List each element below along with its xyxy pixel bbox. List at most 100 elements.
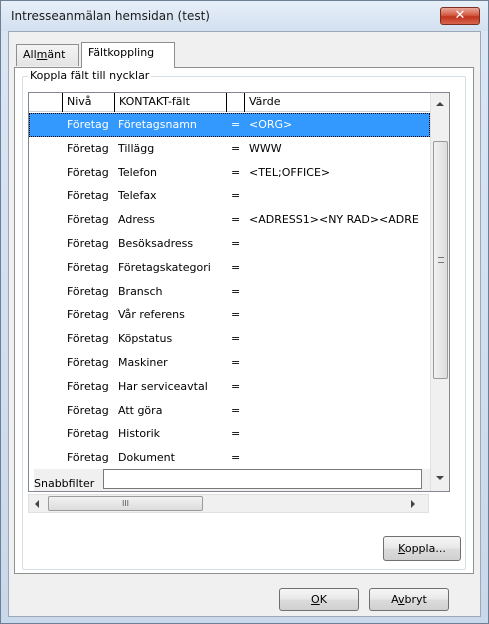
cell-niva: Företag [67,213,109,227]
field-mapping-grid[interactable]: Nivå KONTAKT-fält Värde Företag Företagsn… [28,92,450,492]
header-kontakt-falt[interactable]: KONTAKT-fält [115,93,227,112]
horizontal-scroll-thumb[interactable]: III [48,496,203,511]
cell-equals: = [231,284,241,298]
table-row[interactable]: Företag Historik = [29,422,430,446]
cell-equals: = [231,332,241,346]
snabbfilter-input[interactable] [103,469,422,489]
cell-varde: <ORG> [249,118,293,131]
cell-niva: Företag [67,260,109,274]
cell-varde: <ADRESS1><NY RAD><ADRE [249,213,419,227]
cell-kontakt-falt: Företagskategori [118,260,211,274]
cell-equals: = [231,356,241,369]
cell-kontakt-falt: Maskiner [118,356,168,369]
cell-niva: Företag [67,118,109,131]
scroll-left-icon[interactable] [35,500,39,508]
cell-equals: = [231,403,241,417]
cell-kontakt-falt: Att göra [118,403,163,417]
cell-niva: Företag [67,451,109,465]
cell-equals: = [231,379,241,393]
cell-kontakt-falt: Adress [118,213,155,227]
cell-kontakt-falt: Besöksadress [118,237,194,250]
vertical-scroll-thumb[interactable] [433,141,448,379]
cell-niva: Företag [67,189,109,203]
vertical-scrollbar[interactable] [430,93,449,491]
horizontal-scrollbar[interactable]: III [28,494,429,513]
cell-equals: = [231,427,241,441]
cell-kontakt-falt: Historik [118,427,161,441]
cell-kontakt-falt: Tillägg [118,141,155,155]
table-row[interactable]: Företag Bransch = [29,280,430,304]
table-row[interactable]: Företag Dokument = [29,446,430,470]
koppla-label: oppla... [404,542,446,555]
cell-niva: Företag [67,308,109,322]
table-row[interactable]: Företag Telefax = [29,184,430,208]
cell-kontakt-falt: Har serviceavtal [118,379,208,393]
ok-accel: O [311,593,320,606]
cell-kontakt-falt: Bransch [118,284,163,298]
cell-niva: Företag [67,237,109,250]
header-varde[interactable]: Värde [245,93,430,112]
koppla-button[interactable]: Koppla... [383,536,461,561]
cell-niva: Företag [67,165,109,179]
close-icon: ✕ [454,8,466,23]
table-row[interactable]: Företag Telefon = <TEL;OFFICE> [29,161,430,185]
table-row[interactable]: Företag Företagskategori = [29,256,430,280]
filter-area: Snabbfilter [34,469,435,491]
tab-faltkoppling-label: Fältkoppling [88,46,155,59]
cell-equals: = [231,165,241,179]
tab-allmant[interactable]: Allmänt [16,44,79,66]
header-equals[interactable] [227,93,245,112]
cell-equals: = [231,308,241,322]
table-row[interactable]: Företag Att göra = [29,399,430,423]
table-row[interactable]: Företag Maskiner = [29,351,430,375]
header-selector[interactable] [29,93,63,112]
header-niva[interactable]: Nivå [63,93,115,112]
scroll-up-icon[interactable] [436,102,444,106]
scroll-down-icon[interactable] [436,476,444,480]
dialog-window: Intresseanmälan hemsidan (test) ✕ Allmän… [0,0,489,624]
cell-equals: = [231,260,241,274]
cell-kontakt-falt: Företagsnamn [118,118,197,131]
group-label: Koppla fält till nycklar [28,69,152,82]
cell-equals: = [231,451,241,465]
title-bar[interactable]: Intresseanmälan hemsidan (test) ✕ [1,1,488,31]
cell-kontakt-falt: Dokument [118,451,175,465]
cell-kontakt-falt: Vår referens [118,308,185,322]
filter-label: Snabbfilter [34,477,95,490]
table-row[interactable]: Företag Företagsnamn = <ORG> [29,113,430,137]
tab-panel-faltkoppling: Koppla fält till nycklar Nivå KONTAKT-fä… [14,67,474,574]
cell-equals: = [231,118,241,131]
table-row[interactable]: Företag Har serviceavtal = [29,375,430,399]
cell-equals: = [231,237,241,250]
avbryt-button[interactable]: Avbryt [369,588,449,611]
avbryt-label-pre: A [391,593,399,606]
table-row[interactable]: Företag Vår referens = [29,303,430,327]
cell-niva: Företag [67,141,109,155]
window-title: Intresseanmälan hemsidan (test) [11,9,210,23]
scroll-right-icon[interactable] [411,500,415,508]
grid-header: Nivå KONTAKT-fält Värde [29,93,430,112]
cell-niva: Företag [67,403,109,417]
table-row[interactable]: Företag Adress = <ADRESS1><NY RAD><ADRE [29,208,430,232]
tab-allmant-accel: m [36,48,48,61]
cell-varde: WWW [249,141,282,155]
tab-allmant-label-post: änt [47,48,66,61]
dialog-client: Allmänt Fältkoppling Koppla fält till ny… [8,31,481,617]
cell-niva: Företag [67,379,109,393]
avbryt-label: bryt [404,593,427,606]
tab-faltkoppling[interactable]: Fältkoppling [81,42,175,68]
cell-niva: Företag [67,332,109,346]
cell-varde: <TEL;OFFICE> [249,165,331,179]
ok-button[interactable]: OK [279,588,359,611]
close-button[interactable]: ✕ [440,7,480,25]
ok-label: K [319,593,327,606]
table-row[interactable]: Företag Besöksadress = [29,232,430,256]
tab-allmant-label-pre: All [23,48,37,61]
koppla-accel: K [398,542,405,555]
cell-kontakt-falt: Köpstatus [118,332,173,346]
cell-niva: Företag [67,356,109,369]
cell-equals: = [231,141,241,155]
table-row[interactable]: Företag Köpstatus = [29,327,430,351]
group-koppla-falt: Koppla fält till nycklar Nivå KONTAKT-fä… [22,69,466,570]
table-row[interactable]: Företag Tillägg = WWW [29,137,430,161]
